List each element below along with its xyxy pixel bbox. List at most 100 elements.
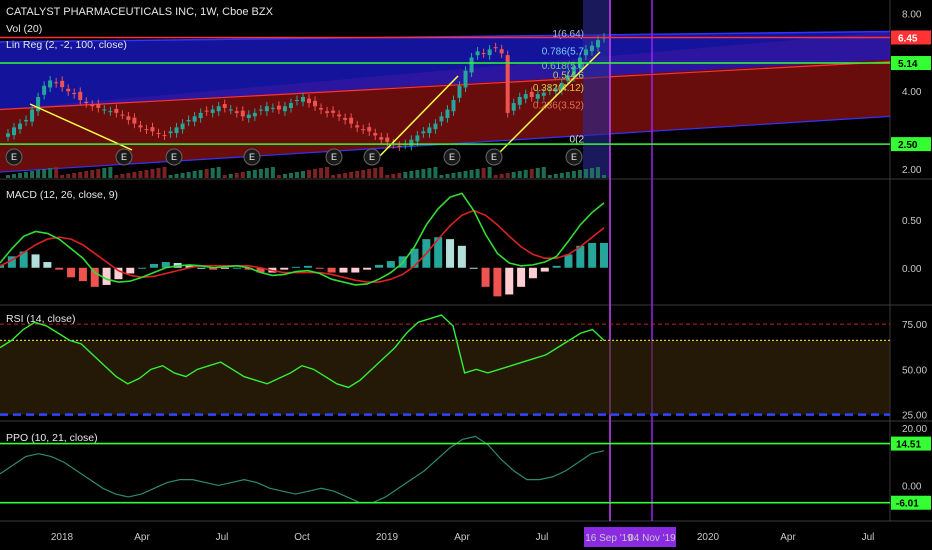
macd-histogram-bar bbox=[126, 267, 135, 274]
time-axis-label: Oct bbox=[294, 532, 310, 543]
candle-body bbox=[337, 114, 342, 117]
time-axis-label: 2019 bbox=[376, 532, 399, 543]
volume-bar bbox=[583, 169, 588, 178]
volume-indicator-label[interactable]: Vol (20) bbox=[6, 23, 42, 35]
volume-bar bbox=[451, 173, 456, 178]
volume-bar bbox=[168, 175, 173, 178]
ppo-axis-tick: 0.00 bbox=[902, 481, 922, 492]
volume-bar bbox=[367, 169, 372, 178]
macd-histogram-bar bbox=[78, 267, 87, 282]
candle-body bbox=[433, 123, 438, 130]
candle-body bbox=[276, 105, 281, 110]
macd-histogram-bar bbox=[31, 254, 40, 268]
volume-bar bbox=[30, 171, 35, 178]
candle-body bbox=[90, 104, 95, 107]
price-level-badge-label: 2.50 bbox=[898, 140, 918, 151]
linreg-indicator-label[interactable]: Lin Reg (2, -2, 100, close) bbox=[6, 39, 127, 51]
volume-bar bbox=[90, 170, 95, 178]
volume-bar bbox=[481, 168, 486, 178]
macd-histogram-bar bbox=[374, 264, 383, 268]
candle-body bbox=[379, 137, 384, 140]
price-level-badge-label: 6.45 bbox=[898, 33, 918, 44]
candle-body bbox=[282, 106, 287, 112]
volume-bar bbox=[602, 175, 606, 178]
macd-histogram-bar bbox=[446, 239, 455, 268]
candle-body bbox=[126, 116, 131, 120]
candle-body bbox=[264, 106, 269, 112]
price-axis-tick: 2.00 bbox=[902, 165, 922, 176]
candle-body bbox=[421, 131, 426, 134]
time-highlight-label: 16 Sep '19 bbox=[585, 533, 633, 544]
candle-body bbox=[511, 103, 516, 111]
candle-body bbox=[325, 111, 330, 113]
candle-body bbox=[174, 127, 179, 134]
rsi-axis-tick: 25.00 bbox=[902, 411, 927, 422]
time-axis-label: Jul bbox=[862, 532, 875, 543]
candle-body bbox=[138, 125, 143, 128]
fib-level-label: 0.5(4.6 bbox=[553, 71, 585, 82]
volume-bar bbox=[270, 167, 275, 178]
macd-histogram-bar bbox=[339, 267, 348, 273]
rsi-indicator-label[interactable]: RSI (14, close) bbox=[6, 313, 75, 325]
macd-histogram-bar bbox=[528, 267, 537, 279]
price-axis-tick: 8.00 bbox=[902, 9, 922, 20]
candle-body bbox=[96, 104, 101, 108]
volume-bar bbox=[511, 172, 516, 178]
macd-histogram-bar bbox=[564, 254, 573, 268]
candle-body bbox=[517, 97, 522, 105]
volume-bar bbox=[391, 174, 396, 178]
fib-level-label: 0.236(3.52) bbox=[533, 101, 584, 112]
macd-histogram-bar bbox=[540, 267, 549, 272]
volume-bar bbox=[403, 172, 408, 178]
volume-bar bbox=[192, 171, 197, 178]
candle-body bbox=[331, 110, 336, 113]
volume-bar bbox=[60, 175, 65, 178]
volume-bar bbox=[559, 173, 564, 178]
macd-axis-tick: 0.00 bbox=[902, 264, 922, 275]
candle-body bbox=[258, 109, 263, 111]
macd-histogram-bar bbox=[102, 267, 111, 285]
earnings-marker-label: E bbox=[491, 152, 497, 162]
rsi-axis-tick: 75.00 bbox=[902, 320, 927, 331]
candle-body bbox=[66, 88, 71, 92]
candle-body bbox=[150, 127, 155, 132]
candle-body bbox=[78, 91, 83, 101]
candle-body bbox=[493, 47, 498, 49]
volume-bar bbox=[415, 170, 420, 178]
volume-bar bbox=[589, 168, 594, 178]
candle-body bbox=[523, 94, 528, 99]
volume-bar bbox=[349, 172, 354, 178]
volume-bar bbox=[132, 172, 137, 178]
macd-histogram-bar bbox=[67, 267, 76, 278]
ppo-indicator-label[interactable]: PPO (10, 21, close) bbox=[6, 432, 98, 444]
volume-bar bbox=[6, 175, 10, 178]
candle-body bbox=[42, 85, 47, 95]
candle-body bbox=[409, 139, 414, 146]
volume-bar bbox=[204, 169, 209, 178]
candle-body bbox=[168, 131, 173, 134]
candle-body bbox=[300, 97, 305, 102]
candle-body bbox=[132, 117, 137, 124]
volume-bar bbox=[96, 169, 101, 178]
candle-body bbox=[108, 111, 113, 113]
volume-bar bbox=[535, 168, 540, 178]
volume-bar bbox=[294, 172, 299, 178]
volume-bar bbox=[54, 167, 59, 178]
chart-canvas[interactable]: 1(6.64)0.786(5.70.618(5.00.5(4.60.382(4.… bbox=[0, 0, 932, 550]
macd-histogram-bar bbox=[481, 267, 490, 287]
candle-body bbox=[457, 85, 462, 98]
time-highlight-label: 04 Nov '19 bbox=[628, 533, 676, 544]
macd-histogram-bar bbox=[138, 267, 147, 269]
earnings-marker-label: E bbox=[369, 152, 375, 162]
earnings-marker-label: E bbox=[571, 152, 577, 162]
macd-histogram-bar bbox=[457, 245, 466, 268]
volume-bar bbox=[523, 170, 528, 178]
macd-histogram-bar bbox=[43, 262, 52, 268]
volume-bar bbox=[469, 170, 474, 178]
macd-indicator-label[interactable]: MACD (12, 26, close, 9) bbox=[6, 189, 118, 201]
macd-histogram-bar bbox=[232, 267, 241, 269]
candle-body bbox=[192, 116, 197, 122]
time-axis-label: Apr bbox=[454, 532, 470, 543]
candle-body bbox=[367, 127, 372, 132]
candle-body bbox=[114, 108, 119, 113]
